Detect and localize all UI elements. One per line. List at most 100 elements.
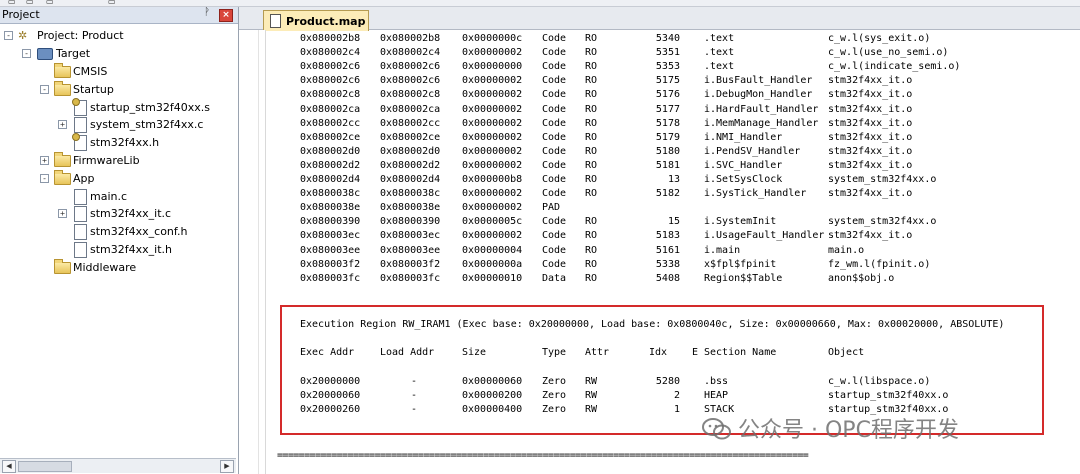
project-pane: Project ᚹ × - ✲ Project: Product - Targe… — [0, 7, 239, 474]
scroll-left-icon[interactable]: ◀ — [2, 460, 16, 473]
scroll-right-icon[interactable]: ▶ — [220, 460, 234, 473]
toolbar-button-icon[interactable]: ▭ — [8, 0, 16, 6]
map-cell: 0x080002b8 — [380, 33, 441, 44]
map-cell: - — [411, 404, 418, 415]
tree-item-label: Middleware — [73, 260, 137, 274]
folder-icon — [54, 63, 71, 78]
horizontal-scrollbar[interactable]: ◀ ▶ — [0, 458, 236, 473]
map-cell: Code — [542, 258, 567, 270]
map-file-text[interactable]: 0x080002b8 0x080002b8 0x0000000c Code RO 5340… — [266, 30, 1080, 474]
wechat-icon — [702, 418, 731, 440]
tree-item-label: stm32f4xx_it.h — [90, 243, 172, 256]
map-cell: HEAP — [704, 390, 729, 401]
map-cell: Code — [542, 103, 567, 115]
map-cell: 5408 — [655, 272, 680, 284]
map-cell: Code — [542, 174, 567, 185]
map-cell: i.MemManage_Handler — [704, 117, 819, 129]
tree-item[interactable]: stm32f4xx_conf.h — [58, 223, 234, 241]
tree-item-target[interactable]: - Target — [22, 45, 232, 63]
map-cell: RO — [585, 272, 598, 284]
map-cell: - — [411, 376, 418, 387]
map-cell: anon$$obj.o — [828, 272, 895, 284]
map-cell: 5353 — [655, 61, 680, 73]
map-cell: 0x00000002 — [462, 75, 523, 87]
map-cell: Code — [542, 188, 567, 200]
tree-item[interactable]: + system_stm32f4xx.c — [58, 116, 234, 134]
map-cell: stm32f4xx_it.o — [828, 159, 913, 171]
collapse-icon[interactable]: - — [4, 31, 13, 40]
map-cell: 1 — [673, 404, 680, 415]
tree-item[interactable]: + stm32f4xx_it.c — [58, 205, 234, 223]
map-cell: 0x00000002 — [462, 188, 523, 200]
tree-item[interactable]: - Startup — [40, 80, 234, 99]
map-row: 0x080002d0 0x080002d0 0x00000002 Code RO 5180… — [266, 146, 1066, 160]
map-cell: 0x20000260 — [300, 404, 361, 415]
map-cell: stm32f4xx_it.o — [828, 230, 913, 242]
tree-item[interactable]: - App — [40, 169, 234, 188]
tree-item[interactable]: startup_stm32f40xx.s — [58, 97, 234, 117]
collapse-icon[interactable]: - — [40, 84, 49, 94]
expand-icon[interactable]: + — [58, 209, 67, 219]
map-cell: 5178 — [655, 117, 680, 129]
toolbar-button-icon[interactable]: ▭ — [26, 0, 34, 6]
tree-item[interactable]: main.c — [58, 188, 234, 206]
watermark-text: 公众号 · OPC程序开发 — [738, 418, 959, 443]
toolbar-strip: ▭ ▭ ▭ ▭ — [0, 0, 1080, 7]
map-cell: 0x080002ca — [300, 103, 361, 115]
map-cell: RO — [585, 117, 598, 129]
tree-item[interactable]: stm32f4xx_it.h — [58, 241, 234, 259]
map-cell: STACK — [704, 404, 735, 415]
key-icon — [72, 97, 80, 106]
map-cell: main.o — [828, 244, 865, 256]
file-icon — [72, 97, 87, 116]
tree-item[interactable]: CMSIS — [40, 63, 234, 81]
map-cell: 0x080002c6 — [300, 75, 361, 87]
map-cell: i.DebugMon_Handler — [704, 89, 813, 101]
scrollbar-thumb[interactable] — [18, 461, 72, 472]
tree-item[interactable]: stm32f4xx.h — [58, 133, 234, 152]
collapse-icon[interactable]: - — [22, 49, 31, 58]
expand-icon[interactable]: + — [40, 156, 49, 165]
collapse-icon[interactable]: - — [40, 173, 49, 183]
toolbar-button-icon[interactable]: ▭ — [46, 0, 54, 6]
map-row: 0x080002c4 0x080002c4 0x00000002 Code RO 5351… — [266, 47, 1066, 61]
file-icon — [74, 242, 87, 258]
map-cell: Code — [542, 89, 567, 101]
map-cell: 5177 — [655, 103, 680, 115]
map-cell: Code — [542, 117, 567, 129]
toolbar-button-icon[interactable]: ▭ — [108, 0, 116, 6]
map-cell: 0x0000000c — [462, 33, 523, 44]
map-cell: stm32f4xx_it.o — [828, 75, 913, 87]
map-cell: 0x080003fc — [300, 272, 361, 284]
map-cell: 0x00000004 — [462, 244, 523, 256]
map-cell: 0x00000002 — [462, 47, 523, 59]
tree-item-label: App — [73, 171, 95, 185]
tree-item-project-root[interactable]: - ✲ Project: Product — [4, 27, 234, 45]
close-icon[interactable]: × — [219, 9, 233, 22]
tree-item[interactable]: + FirmwareLib — [40, 152, 234, 170]
file-icon — [72, 133, 87, 152]
region-row: 0x20000060 - 0x00000200 Zero RW 2 HEAP startup_… — [266, 390, 1066, 404]
map-row: 0x0800038c 0x0800038c 0x00000002 Code RO 5182… — [266, 188, 1066, 202]
map-row: 0x080002d4 0x080002d4 0x000000b8 Code RO 13 i.… — [266, 174, 1066, 188]
map-cell: 5161 — [655, 244, 680, 256]
map-cell: Zero — [542, 404, 567, 415]
map-cell: fz_wm.l(fpinit.o) — [828, 258, 931, 270]
map-cell: RO — [585, 174, 598, 185]
map-cell: 5183 — [655, 230, 680, 242]
tree-item-label: CMSIS — [73, 65, 108, 78]
column-header: Exec Addr — [300, 347, 355, 358]
map-row: 0x080003ec 0x080003ec 0x00000002 Code RO 5183… — [266, 230, 1066, 244]
tab-label: Product.map — [286, 15, 366, 28]
pin-icon[interactable]: ᚹ — [204, 7, 210, 18]
expand-icon[interactable]: + — [58, 120, 67, 130]
map-cell: RO — [585, 61, 598, 73]
map-cell: stm32f4xx_it.o — [828, 103, 913, 115]
map-cell: 0x080003ec — [300, 230, 361, 242]
map-cell: i.HardFault_Handler — [704, 103, 819, 115]
map-cell: 0x080002c6 — [380, 61, 441, 73]
tree-item[interactable]: Middleware — [40, 258, 234, 277]
tab-product-map[interactable]: Product.map — [263, 10, 369, 31]
column-header: Idx — [649, 347, 668, 358]
folder-icon — [54, 80, 71, 96]
